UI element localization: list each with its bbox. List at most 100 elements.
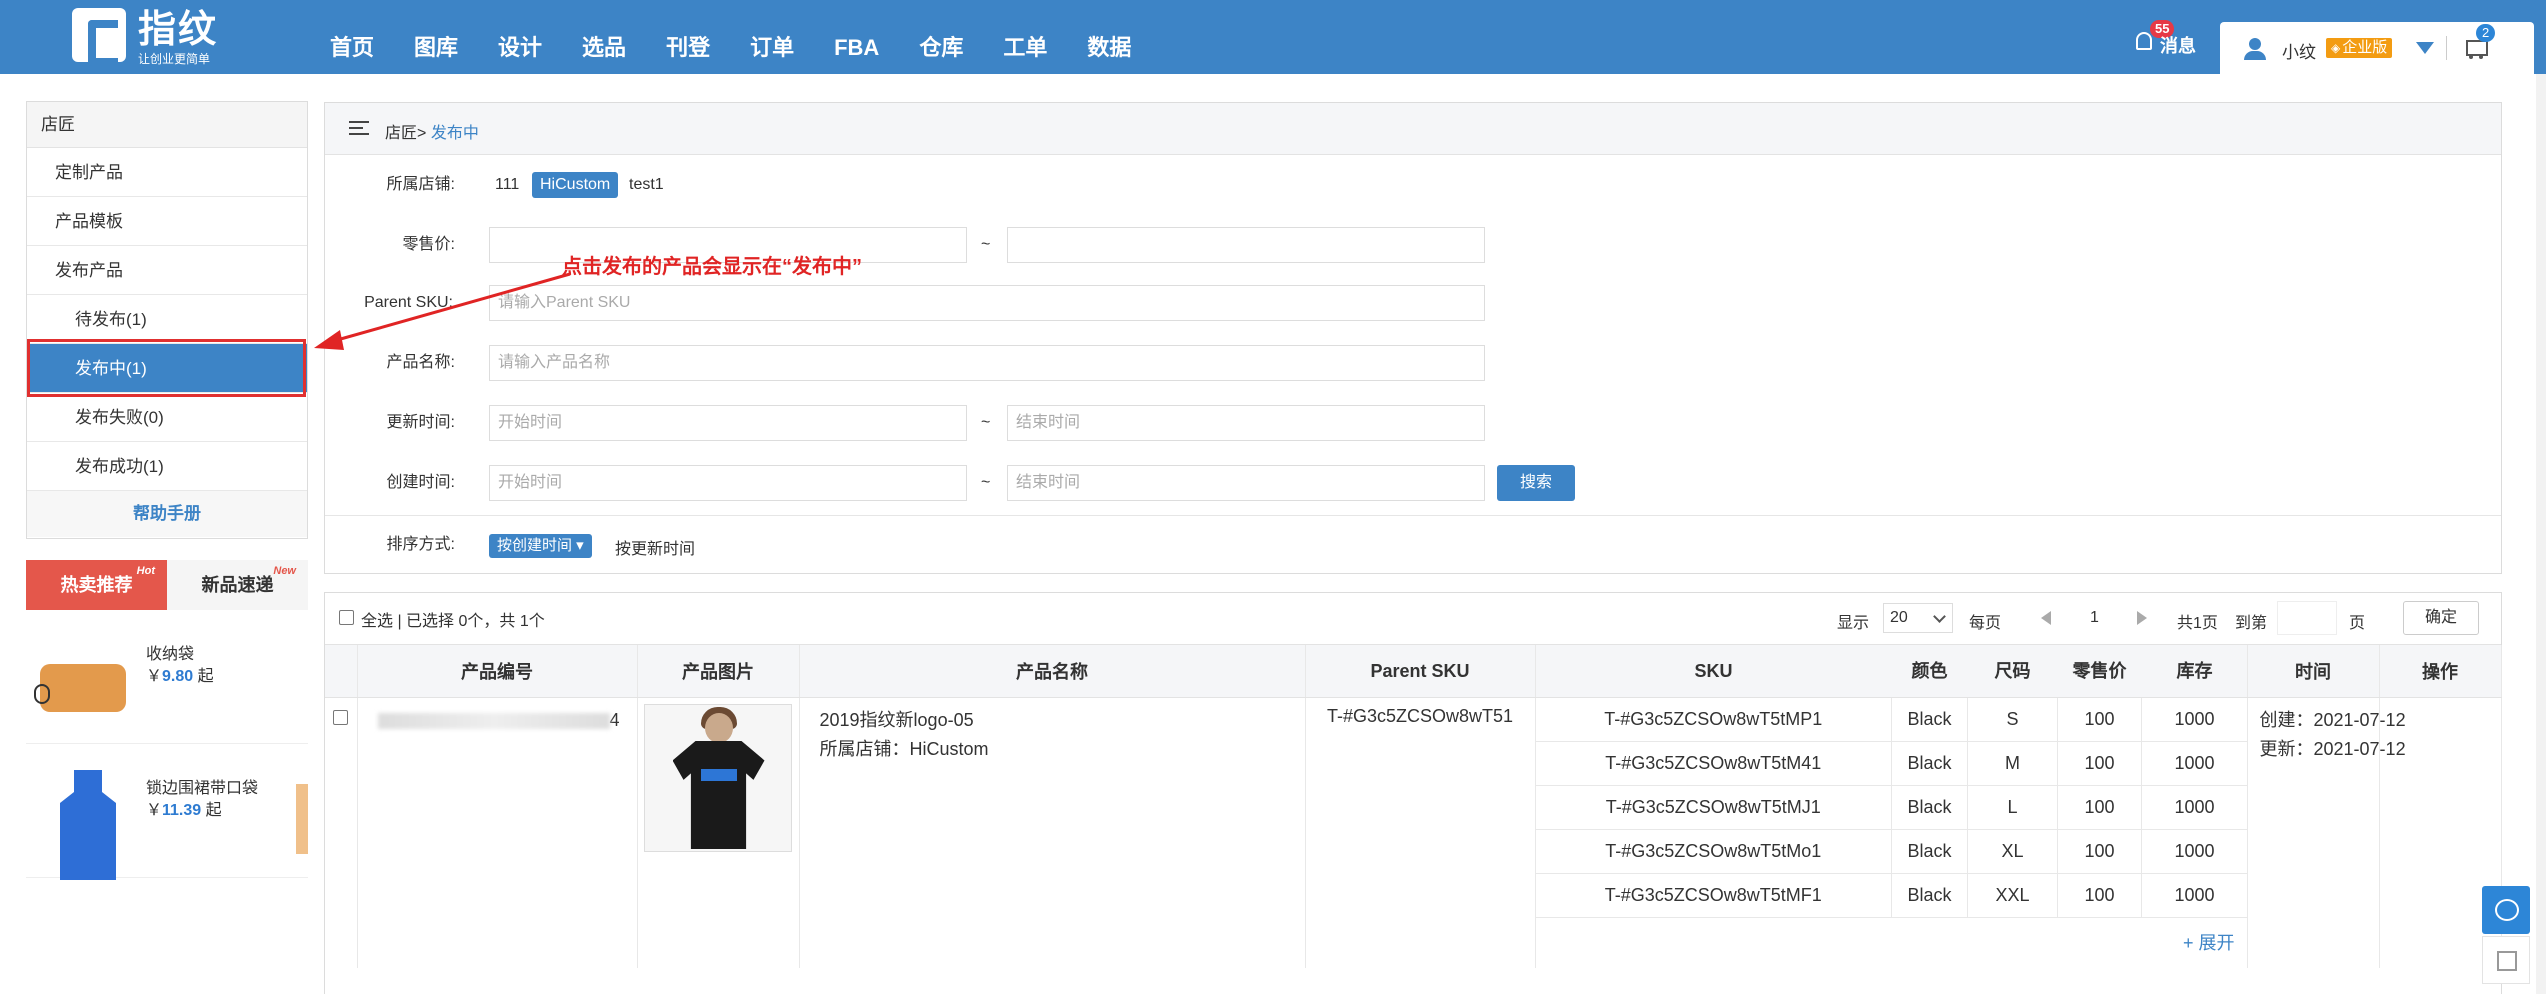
sidebar-item-publish-products[interactable]: 发布产品 <box>27 246 307 295</box>
nav-tickets[interactable]: 工单 <box>983 0 1067 74</box>
variants-cell: T-#G3c5ZCSOw8wT5tMP1 Black S 100 1000 T-… <box>1535 697 2248 968</box>
product-name-cell: 2019指纹新logo-05 所属店铺：HiCustom <box>799 697 1306 968</box>
hot-item[interactable]: 收纳袋 ￥9.80 起 <box>26 610 308 744</box>
brand-logo[interactable]: 指纹 让创业更简单 <box>72 8 232 66</box>
sidebar-item-success[interactable]: 发布成功(1) <box>27 442 307 491</box>
variant-table: T-#G3c5ZCSOw8wT5tMP1 Black S 100 1000 T-… <box>1535 698 2248 918</box>
range-tilde: ~ <box>981 414 991 431</box>
variant-header: SKU 颜色 尺码 零售价 库存 <box>1536 645 2248 697</box>
brand-slogan: 让创业更简单 <box>138 52 211 66</box>
help-manual-link[interactable]: 帮助手册 <box>27 491 307 537</box>
bag-shape <box>34 664 126 712</box>
selection-summary: 全选 | 已选择 0个，共 1个 <box>361 613 545 630</box>
breadcrumb-current: 发布中 <box>430 125 479 142</box>
variant-size: M <box>1967 741 2058 786</box>
select-all-checkbox[interactable] <box>339 610 354 625</box>
current-page[interactable]: 1 <box>2090 609 2099 627</box>
page-scrollbar[interactable] <box>2536 74 2546 994</box>
nav-orders[interactable]: 订单 <box>730 0 814 74</box>
new-sup: New <box>273 565 296 577</box>
nav-listing[interactable]: 刊登 <box>646 0 730 74</box>
update-start-input[interactable]: 开始时间 <box>489 405 967 441</box>
tab-new[interactable]: 新品速递 New <box>167 560 308 610</box>
show-label: 显示 <box>1837 615 1870 632</box>
row-checkbox[interactable] <box>333 710 348 725</box>
brand-name: 指纹 <box>138 9 219 51</box>
store-option-test1[interactable]: test1 <box>629 165 664 205</box>
nav-warehouse[interactable]: 仓库 <box>899 0 983 74</box>
goto-confirm-button[interactable]: 确定 <box>2403 601 2479 635</box>
sort-by-updated-button[interactable]: 按更新时间 <box>615 535 695 559</box>
variant-size: XXL <box>1967 873 2058 918</box>
name-filter-row: 产品名称: 请输入产品名称 <box>325 343 2501 383</box>
product-name-input[interactable]: 请输入产品名称 <box>489 345 1485 381</box>
price-label: 零售价: <box>402 236 455 253</box>
goto-page-input[interactable] <box>2277 601 2337 635</box>
breadcrumb-parent[interactable]: 店匠> <box>385 125 426 142</box>
prev-page-icon[interactable] <box>2041 611 2051 625</box>
variant-stock: 1000 <box>2141 785 2248 830</box>
product-store: 所属店铺：HiCustom <box>819 739 989 759</box>
store-option-111[interactable]: 111 <box>495 165 519 205</box>
variant-color: Black <box>1891 785 1968 830</box>
update-end-input[interactable]: 结束时间 <box>1007 405 1485 441</box>
nav-gallery[interactable]: 图库 <box>394 0 478 74</box>
caret-down-icon[interactable] <box>2416 42 2434 54</box>
updated-time: 更新：2021-07-12 <box>2259 739 2406 759</box>
sidebar-item-failed[interactable]: 发布失败(0) <box>27 393 307 442</box>
next-page-icon[interactable] <box>2137 611 2147 625</box>
tab-hot[interactable]: 热卖推荐 Hot <box>26 560 167 610</box>
nav-fba[interactable]: FBA <box>814 0 899 74</box>
store-option-hicustom[interactable]: HiCustom <box>532 172 619 198</box>
nav-home[interactable]: 首页 <box>310 0 394 74</box>
hot-item-name: 收纳袋 <box>146 646 195 663</box>
price-suffix: 起 <box>197 668 214 685</box>
search-button[interactable]: 搜索 <box>1497 465 1575 501</box>
product-name-label: 产品名称: <box>386 354 455 371</box>
feedback-icon[interactable] <box>2482 936 2530 984</box>
results-toolbar: 全选 | 已选择 0个，共 1个 显示 20 每页 1 共1页 到第 页 确定 <box>325 593 2501 645</box>
filter-panel: 店匠> 发布中 所属店铺: 111 HiCustom test1 零售价: ~ … <box>324 102 2502 574</box>
page-size-select[interactable]: 20 <box>1883 603 1953 633</box>
tab-hot-label: 热卖推荐 <box>60 575 133 595</box>
create-start-input[interactable]: 开始时间 <box>489 465 967 501</box>
messages-button[interactable]: 55 消息 <box>2136 20 2206 56</box>
range-tilde: ~ <box>981 474 991 491</box>
sort-by-created-button[interactable]: 按创建时间 <box>489 534 592 558</box>
user-menu[interactable]: 小纹 企业版 2 <box>2220 22 2534 74</box>
create-time-label: 创建时间: <box>386 474 455 491</box>
nav-products[interactable]: 选品 <box>562 0 646 74</box>
price-max-input[interactable] <box>1007 227 1485 263</box>
variant-sku: T-#G3c5ZCSOw8wT5tMJ1 <box>1535 785 1892 830</box>
parent-sku-input[interactable]: 请输入Parent SKU <box>489 285 1485 321</box>
hot-item[interactable]: 锁边围裙带口袋 ￥11.39 起 <box>26 744 308 880</box>
sidebar-item-product-templates[interactable]: 产品模板 <box>27 197 307 246</box>
store-label: 所属店铺: <box>386 176 455 193</box>
top-navbar: 指纹 让创业更简单 首页 图库 设计 选品 刊登 订单 FBA 仓库 工单 数据… <box>0 0 2546 74</box>
currency: ￥ <box>146 802 163 819</box>
variant-color: Black <box>1891 741 1968 786</box>
tshirt-shape <box>672 741 765 849</box>
variant-price: 100 <box>2057 741 2142 786</box>
nav-design[interactable]: 设计 <box>478 0 562 74</box>
nav-data[interactable]: 数据 <box>1067 0 1151 74</box>
results-panel: 全选 | 已选择 0个，共 1个 显示 20 每页 1 共1页 到第 页 确定 … <box>324 592 2502 994</box>
sidebar-item-publishing[interactable]: 发布中(1) <box>27 344 307 393</box>
col-check <box>325 645 358 698</box>
annotation-text: 点击发布的产品会显示在“发布中” <box>562 256 862 278</box>
product-name[interactable]: 2019指纹新logo-05 <box>820 706 1305 735</box>
next-item-peek <box>296 784 308 854</box>
store-filter-row: 所属店铺: 111 HiCustom test1 <box>325 165 2501 205</box>
create-end-input[interactable]: 结束时间 <box>1007 465 1485 501</box>
variant-row: T-#G3c5ZCSOw8wT5tMJ1 Black L 100 1000 <box>1535 785 2248 830</box>
menu-collapse-icon[interactable] <box>349 121 369 135</box>
sidebar-item-pending[interactable]: 待发布(1) <box>27 295 307 344</box>
update-time-label: 更新时间: <box>386 414 455 431</box>
expand-variants-link[interactable]: + 展开 <box>1536 918 2247 968</box>
product-image[interactable] <box>643 704 792 852</box>
col-stock: 库存 <box>2176 661 2213 681</box>
customer-service-icon[interactable] <box>2482 886 2530 934</box>
apron-shape <box>60 770 116 880</box>
sidebar-item-custom-products[interactable]: 定制产品 <box>27 148 307 197</box>
breadcrumb-bar: 店匠> 发布中 <box>325 103 2501 155</box>
